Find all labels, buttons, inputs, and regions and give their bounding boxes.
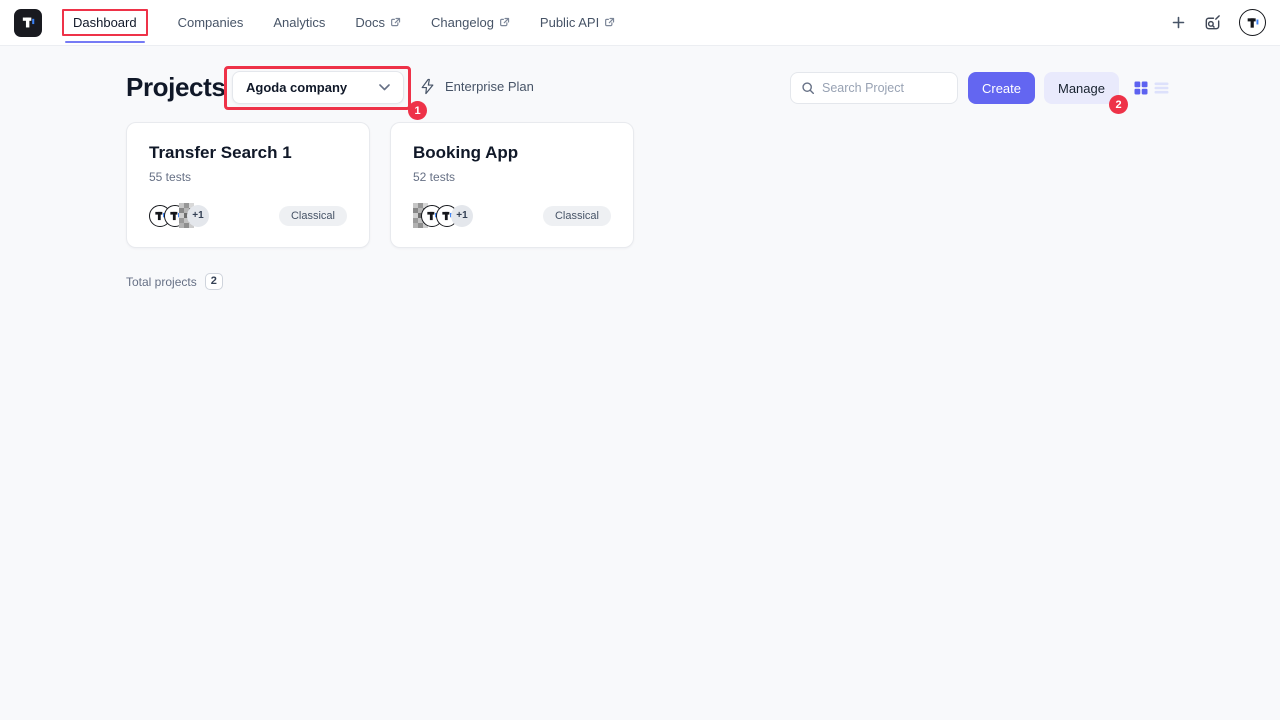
project-controls: Create Manage — [790, 72, 1169, 104]
projects-page: Projects Agoda company Enterprise Plan — [0, 46, 1280, 720]
audit-search-button[interactable] — [1203, 13, 1222, 32]
active-tab-underline — [65, 41, 145, 43]
header-actions — [1171, 9, 1266, 36]
project-card-booking-app[interactable]: Booking App 52 tests +1 Classical — [390, 122, 634, 248]
plus-icon — [1171, 15, 1186, 30]
avatar-overflow-badge: +1 — [187, 205, 209, 227]
project-type-badge: Classical — [543, 206, 611, 226]
nav-label: Public API — [540, 15, 599, 30]
lightning-bolt-icon — [419, 78, 436, 95]
add-button[interactable] — [1171, 15, 1186, 30]
search-icon — [801, 81, 815, 95]
create-button[interactable]: Create — [968, 72, 1035, 104]
t-logo-icon — [20, 14, 37, 31]
nav-item-public-api[interactable]: Public API — [540, 15, 615, 30]
nav-item-dashboard[interactable]: Dashboard — [62, 9, 148, 36]
company-selector-value: Agoda company — [246, 80, 347, 95]
list-view-icon[interactable] — [1154, 81, 1169, 95]
main-nav: Dashboard Companies Analytics Docs Chang… — [62, 9, 615, 36]
top-navigation-bar: Dashboard Companies Analytics Docs Chang… — [0, 0, 1280, 46]
document-magnifier-icon — [1203, 13, 1222, 32]
nav-label: Docs — [355, 15, 385, 30]
user-avatar[interactable] — [1239, 9, 1266, 36]
view-toggle — [1134, 81, 1169, 95]
t-logo-icon — [1245, 15, 1261, 31]
nav-item-docs[interactable]: Docs — [355, 15, 401, 30]
nav-item-changelog[interactable]: Changelog — [431, 15, 510, 30]
external-link-icon — [499, 17, 510, 28]
plan-indicator: Enterprise Plan — [419, 78, 534, 95]
project-title: Transfer Search 1 — [149, 143, 347, 163]
nav-item-companies[interactable]: Companies — [178, 15, 244, 30]
card-footer: +1 Classical — [149, 203, 347, 228]
nav-label: Dashboard — [73, 15, 137, 30]
grid-view-icon[interactable] — [1134, 81, 1148, 95]
nav-label: Companies — [178, 15, 244, 30]
external-link-icon — [390, 17, 401, 28]
card-footer: +1 Classical — [413, 203, 611, 228]
project-test-count: 55 tests — [149, 170, 347, 184]
nav-label: Changelog — [431, 15, 494, 30]
avatar-overflow-badge: +1 — [451, 205, 473, 227]
total-projects-count-badge: 2 — [205, 273, 223, 290]
project-card-transfer-search-1[interactable]: Transfer Search 1 55 tests +1 Classical — [126, 122, 370, 248]
manage-button[interactable]: Manage — [1044, 72, 1119, 104]
app-logo[interactable] — [14, 9, 42, 37]
nav-label: Analytics — [273, 15, 325, 30]
annotation-step-1-badge: 1 — [408, 101, 427, 120]
external-link-icon — [604, 17, 615, 28]
nav-item-analytics[interactable]: Analytics — [273, 15, 325, 30]
project-type-badge: Classical — [279, 206, 347, 226]
chevron-down-icon — [379, 84, 390, 91]
project-title: Booking App — [413, 143, 611, 163]
plan-label: Enterprise Plan — [445, 79, 534, 94]
total-projects-label: Total projects — [126, 275, 197, 289]
search-input[interactable] — [822, 81, 947, 95]
project-card-grid: Transfer Search 1 55 tests +1 Classical — [126, 122, 634, 248]
company-selector-dropdown[interactable]: Agoda company — [232, 71, 404, 104]
project-test-count: 52 tests — [413, 170, 611, 184]
project-search — [790, 72, 958, 104]
total-projects-row: Total projects 2 — [126, 273, 223, 290]
member-avatar-stack: +1 — [149, 203, 209, 228]
manage-button-wrapper: Manage — [1044, 72, 1119, 104]
page-title: Projects — [126, 72, 225, 103]
member-avatar-stack: +1 — [413, 203, 473, 228]
